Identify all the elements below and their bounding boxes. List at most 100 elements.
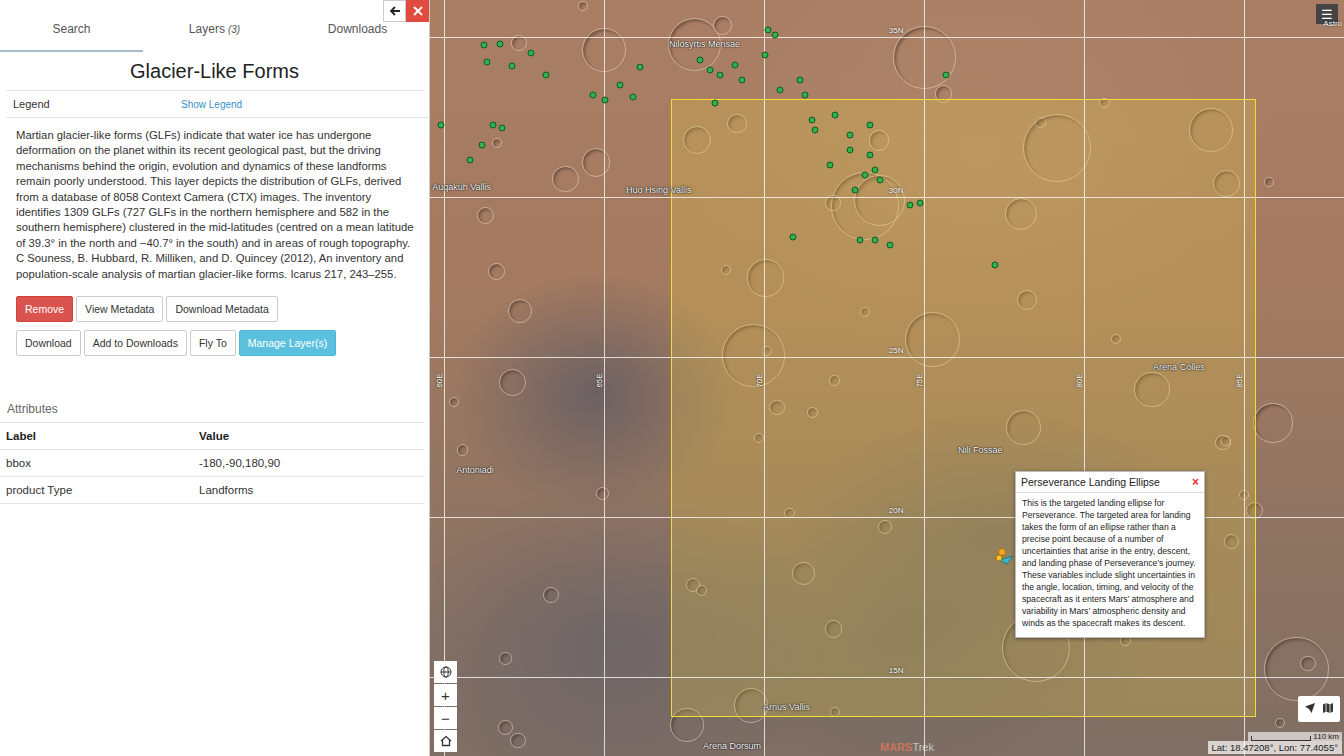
glf-point[interactable] xyxy=(738,76,745,83)
zoom-out-button[interactable]: − xyxy=(434,707,457,729)
glf-point[interactable] xyxy=(857,236,864,243)
crater xyxy=(1253,403,1292,442)
panel-top-buttons xyxy=(383,0,429,22)
glf-point[interactable] xyxy=(697,57,704,64)
glf-point[interactable] xyxy=(717,72,724,79)
glf-point[interactable] xyxy=(877,177,884,184)
latitude-line xyxy=(430,37,1344,38)
table-row: bbox-180,-90,180,90 xyxy=(0,450,424,477)
action-button[interactable]: Manage Layer(s) xyxy=(239,330,336,356)
glf-point[interactable] xyxy=(617,82,624,89)
glf-point[interactable] xyxy=(528,50,535,57)
home-icon[interactable] xyxy=(434,730,457,752)
action-button[interactable]: Download xyxy=(16,330,81,356)
longitude-line xyxy=(444,0,445,756)
glf-point[interactable] xyxy=(826,162,833,169)
glf-point[interactable] xyxy=(790,234,797,241)
layer-description: Martian glacier-like forms (GLFs) indica… xyxy=(0,118,429,282)
glf-point[interactable] xyxy=(497,41,504,48)
glf-point[interactable] xyxy=(543,72,550,79)
action-button[interactable]: Download Metadata xyxy=(166,296,277,322)
crater xyxy=(488,263,505,280)
map-readout: 110 kmLat: 18.47208°, Lon: 77.4055° xyxy=(1208,732,1342,754)
glf-point[interactable] xyxy=(481,42,488,49)
popup-close[interactable]: × xyxy=(1192,475,1199,489)
glf-point[interactable] xyxy=(637,64,644,71)
zoom-in-button[interactable]: + xyxy=(434,684,457,706)
latitude-line xyxy=(430,677,1344,678)
glf-point[interactable] xyxy=(851,186,858,193)
glf-point[interactable] xyxy=(809,116,816,123)
glf-point[interactable] xyxy=(872,167,879,174)
glf-point[interactable] xyxy=(917,200,924,207)
globe-icon[interactable] xyxy=(434,661,457,683)
crater xyxy=(477,207,494,224)
glf-point[interactable] xyxy=(943,72,950,79)
glf-point[interactable] xyxy=(498,124,505,131)
glf-point[interactable] xyxy=(872,236,879,243)
landing-marker-icon[interactable] xyxy=(995,547,1017,571)
crater xyxy=(1300,656,1316,672)
crater xyxy=(498,720,513,735)
glf-point[interactable] xyxy=(771,32,778,39)
glf-point[interactable] xyxy=(887,242,894,249)
tab[interactable]: Layers(3) xyxy=(143,0,286,52)
glf-point[interactable] xyxy=(630,93,637,100)
tab-label: Search xyxy=(52,22,90,36)
show-legend-link[interactable]: Show Legend xyxy=(181,99,242,110)
longitude-label: 80E xyxy=(1075,373,1084,387)
glf-point[interactable] xyxy=(866,122,873,129)
crater xyxy=(510,733,525,748)
glf-point[interactable] xyxy=(832,112,839,119)
glf-point[interactable] xyxy=(862,171,869,178)
place-label: Nilosyrtis Mensae xyxy=(669,39,740,49)
glf-point[interactable] xyxy=(590,91,597,98)
glf-point[interactable] xyxy=(483,58,490,65)
glf-point[interactable] xyxy=(601,97,608,104)
button-row: DownloadAdd to DownloadsFly ToManage Lay… xyxy=(0,330,429,356)
tab[interactable]: Search xyxy=(0,0,143,52)
glf-point[interactable] xyxy=(777,87,784,94)
latitude-line xyxy=(430,197,1344,198)
glf-point[interactable] xyxy=(866,152,873,159)
action-button[interactable]: Fly To xyxy=(190,330,236,356)
glf-point[interactable] xyxy=(706,66,713,73)
glf-point[interactable] xyxy=(847,131,854,138)
glf-point[interactable] xyxy=(509,63,516,70)
airplane-icon-svg xyxy=(1304,702,1316,714)
layer-title: Glacier-Like Forms xyxy=(6,52,423,91)
airplane-icon[interactable] xyxy=(1304,700,1316,718)
glf-point[interactable] xyxy=(992,261,999,268)
longitude-label: 85E xyxy=(1235,373,1244,387)
action-button[interactable]: View Metadata xyxy=(76,296,163,322)
back-arrow-icon[interactable] xyxy=(383,0,406,22)
close-icon-svg xyxy=(413,6,423,16)
map-icon[interactable] xyxy=(1322,700,1334,718)
glf-point[interactable] xyxy=(801,91,808,98)
longitude-label: 60E xyxy=(435,373,444,387)
glf-point[interactable] xyxy=(466,156,473,163)
crater xyxy=(552,166,579,193)
glf-point[interactable] xyxy=(479,141,486,148)
action-button[interactable]: Remove xyxy=(16,296,73,322)
latitude-label: 35N xyxy=(889,26,904,35)
glf-point[interactable] xyxy=(906,202,913,209)
glf-point[interactable] xyxy=(761,51,768,58)
glf-point[interactable] xyxy=(765,26,772,33)
back-arrow-icon-svg xyxy=(389,5,401,17)
glf-point[interactable] xyxy=(811,127,818,134)
close-icon[interactable] xyxy=(406,0,429,22)
glf-point[interactable] xyxy=(847,146,854,153)
latitude-line xyxy=(430,357,1344,358)
crater xyxy=(499,652,512,665)
glf-point[interactable] xyxy=(489,122,496,129)
glf-point[interactable] xyxy=(797,76,804,83)
glf-point[interactable] xyxy=(712,99,719,106)
longitude-line xyxy=(764,0,765,756)
action-button[interactable]: Add to Downloads xyxy=(84,330,187,356)
mars-map[interactable]: 35N30N25N20N15N60E65E70E75E80E85ENilosyr… xyxy=(430,0,1344,756)
glf-point[interactable] xyxy=(438,122,445,129)
legend-label: Legend xyxy=(13,98,181,110)
glf-point[interactable] xyxy=(731,61,738,68)
crater xyxy=(457,444,469,456)
